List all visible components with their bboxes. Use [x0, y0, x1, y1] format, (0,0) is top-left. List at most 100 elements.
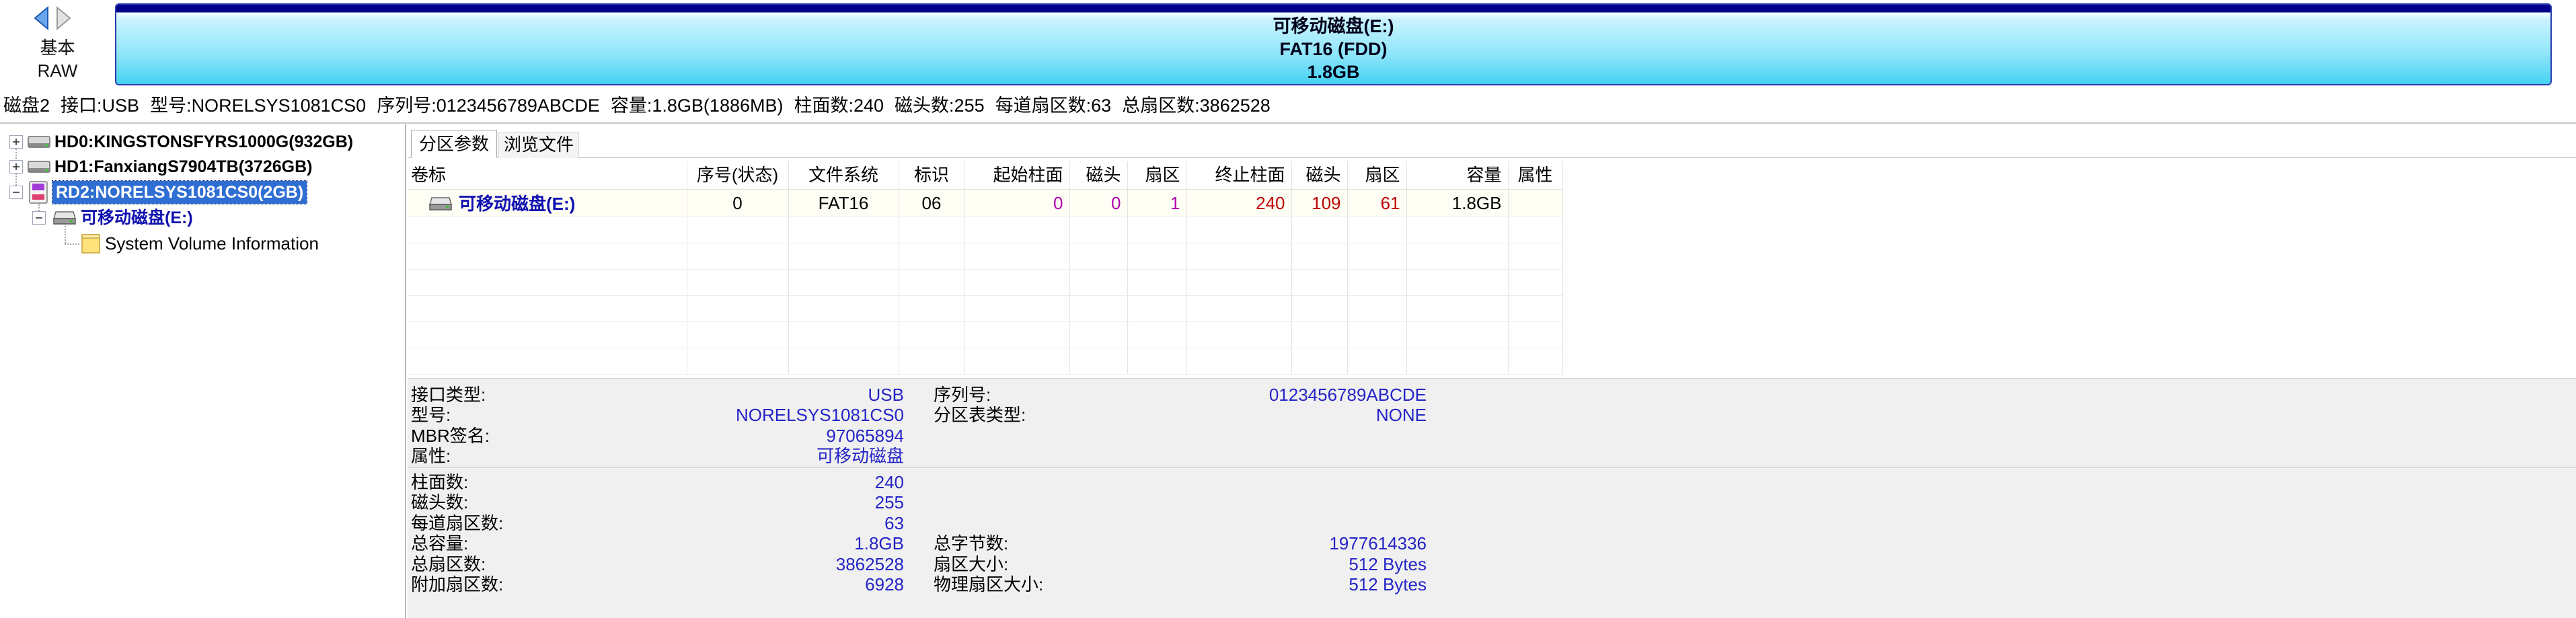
column-header-capacity[interactable]: 容量 — [1406, 161, 1509, 190]
arrow-right-icon[interactable] — [55, 5, 73, 31]
detail-line: 属性: 可移动磁盘 — [408, 446, 2576, 466]
tree-item-label-selected: RD2:NORELSYS1081CS0(2GB) — [51, 180, 308, 204]
detail-value: 6928 — [865, 574, 904, 594]
tree-item-hd0[interactable]: HD0:KINGSTONSFYRS1000G(932GB) — [0, 129, 404, 155]
tree-item-folder[interactable]: System Volume Information — [0, 231, 404, 256]
empty-cell — [687, 348, 789, 375]
empty-cell — [964, 321, 1070, 348]
column-header-end-sector[interactable]: 扇区 — [1347, 161, 1407, 190]
tab-partition-params[interactable]: 分区参数 — [411, 130, 497, 158]
empty-cell — [408, 321, 687, 348]
empty-cell — [899, 295, 965, 322]
tree-item-hd1[interactable]: HD1:FanxiangS7904TB(3726GB) — [0, 154, 404, 180]
empty-cell — [1127, 243, 1187, 270]
interface-info: 接口:USB — [61, 95, 140, 116]
expand-plus-icon[interactable] — [9, 160, 23, 173]
detail-value: NONE — [1375, 405, 1427, 425]
empty-cell — [1069, 348, 1128, 375]
arrow-left-icon[interactable] — [32, 5, 50, 31]
column-header-attributes[interactable]: 属性 — [1508, 161, 1563, 190]
detail-extra-sectors: 附加扇区数: 6928 — [411, 574, 904, 594]
drive-icon — [428, 196, 453, 210]
empty-cell — [1406, 295, 1509, 322]
capacity-info: 容量:1.8GB(1886MB) — [610, 95, 784, 116]
detail-heads: 磁头数: 255 — [411, 492, 904, 512]
empty-cell — [687, 243, 789, 270]
empty-cell — [1508, 321, 1563, 348]
detail-value: 97065894 — [826, 426, 904, 446]
heads-info: 磁头数:255 — [895, 95, 985, 116]
column-header-start-cylinder[interactable]: 起始柱面 — [964, 161, 1070, 190]
partition-row[interactable]: 可移动磁盘(E:) 0 FAT16 06 0 0 1 240 109 61 1.… — [408, 189, 1563, 217]
empty-cell — [1347, 321, 1407, 348]
empty-cell — [964, 269, 1070, 296]
empty-cell — [1186, 321, 1292, 348]
disk-tree-panel: HD0:KINGSTONSFYRS1000G(932GB) HD1:Fanxia… — [0, 124, 406, 618]
collapse-minus-icon[interactable] — [32, 211, 46, 225]
column-header-start-sector[interactable]: 扇区 — [1127, 161, 1187, 190]
column-header-id[interactable]: 标识 — [899, 161, 965, 190]
column-header-end-cylinder[interactable]: 终止柱面 — [1186, 161, 1292, 190]
empty-cell — [1291, 295, 1348, 322]
empty-cell — [1291, 217, 1348, 243]
column-header-index[interactable]: 序号(状态) — [687, 161, 789, 190]
column-header-start-head[interactable]: 磁头 — [1069, 161, 1128, 190]
detail-line: 型号: NORELSYS1081CS0 分区表类型: NONE — [408, 405, 2576, 425]
end-head-cell: 109 — [1291, 189, 1348, 217]
empty-cell — [964, 243, 1070, 270]
empty-cell — [1406, 243, 1509, 270]
detail-value: USB — [868, 385, 904, 405]
tree-item-label: System Volume Information — [105, 233, 319, 254]
detail-line: MBR签名: 97065894 — [408, 426, 2576, 446]
empty-cell — [408, 269, 687, 296]
serial-info: 序列号:0123456789ABCDE — [377, 95, 600, 116]
partition-table: 卷标 序号(状态) 文件系统 标识 起始柱面 磁头 扇区 终止柱面 磁头 扇区 … — [408, 161, 1563, 375]
detail-label: 总字节数: — [934, 533, 1009, 553]
empty-cell — [1347, 269, 1407, 296]
detail-partition-table-type: 分区表类型: NONE — [934, 405, 1427, 425]
empty-cell — [1069, 269, 1128, 296]
table-header-row: 卷标 序号(状态) 文件系统 标识 起始柱面 磁头 扇区 终止柱面 磁头 扇区 … — [408, 161, 1563, 190]
column-header-end-head[interactable]: 磁头 — [1291, 161, 1348, 190]
tree-item-rd2[interactable]: RD2:NORELSYS1081CS0(2GB) — [0, 180, 404, 205]
partition-style-label: RAW — [37, 61, 78, 81]
hard-disk-icon — [28, 161, 50, 173]
volume-cell[interactable]: 可移动磁盘(E:) — [408, 189, 687, 217]
empty-cell — [1291, 348, 1348, 375]
tree-item-label: HD0:KINGSTONSFYRS1000G(932GB) — [54, 132, 354, 151]
tab-browse-files[interactable]: 浏览文件 — [498, 132, 579, 158]
detail-label: 分区表类型: — [934, 405, 1026, 425]
detail-value: 63 — [884, 513, 904, 533]
tree-item-partition-e[interactable]: 可移动磁盘(E:) — [0, 205, 404, 231]
volume-label: 可移动磁盘(E:) — [459, 193, 576, 214]
empty-cell — [1127, 217, 1187, 243]
empty-cell — [1347, 348, 1407, 375]
end-cylinder-cell: 240 — [1186, 189, 1292, 217]
collapse-minus-icon[interactable] — [9, 186, 23, 199]
empty-row — [408, 321, 1563, 348]
disk-partition-bar[interactable]: 可移动磁盘(E:) FAT16 (FDD) 1.8GB — [115, 3, 2552, 85]
detail-label: 扇区大小: — [934, 554, 1009, 574]
column-header-filesystem[interactable]: 文件系统 — [788, 161, 899, 190]
column-header-volume[interactable]: 卷标 — [408, 161, 687, 190]
model-info: 型号:NORELSYS1081CS0 — [150, 95, 367, 116]
detail-value: 255 — [874, 492, 904, 512]
empty-cell — [1186, 348, 1292, 375]
empty-row — [408, 217, 1563, 243]
empty-row — [408, 269, 1563, 296]
empty-cell — [1508, 348, 1563, 375]
empty-cell — [1127, 269, 1187, 296]
detail-value: 可移动磁盘 — [816, 446, 904, 466]
detail-model: 型号: NORELSYS1081CS0 — [411, 405, 904, 425]
empty-cell — [408, 217, 687, 243]
empty-cell — [1508, 295, 1563, 322]
empty-cell — [1069, 217, 1128, 243]
detail-label: 磁头数: — [411, 492, 469, 512]
detail-label: 型号: — [411, 405, 451, 425]
empty-cell — [1127, 295, 1187, 322]
empty-cell — [1069, 295, 1128, 322]
expand-plus-icon[interactable] — [9, 135, 23, 149]
empty-cell — [1186, 269, 1292, 296]
filesystem-cell: FAT16 — [788, 189, 899, 217]
detail-line: 总容量: 1.8GB 总字节数: 1977614336 — [408, 533, 2576, 553]
